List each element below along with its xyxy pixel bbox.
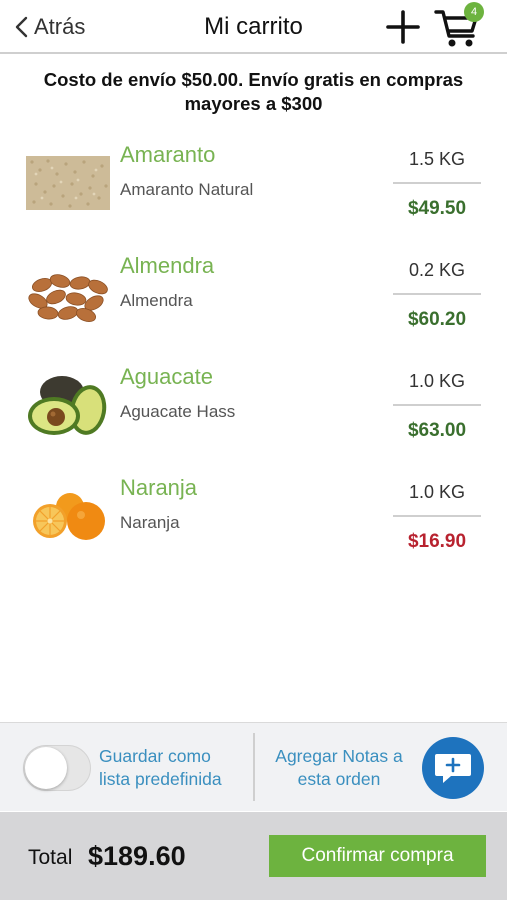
add-icon[interactable] — [384, 8, 422, 46]
add-notes-label-line1: Agregar Notas a — [275, 746, 403, 766]
amaranth-image — [26, 156, 110, 210]
item-price: $63.00 — [407, 420, 467, 441]
cart-item-naranja[interactable]: Naranja Naranja 1.0 KG $16.90 — [0, 469, 507, 580]
cart-item-list: Amaranto Amaranto Natural 1.5 KG $49.50 … — [0, 136, 507, 580]
confirm-purchase-button[interactable]: Confirmar compra — [269, 835, 486, 877]
toggle-knob — [25, 747, 67, 789]
page-title: Mi carrito — [204, 13, 303, 40]
item-price: $16.90 — [407, 531, 467, 552]
add-notes-label-line2: esta orden — [297, 769, 381, 789]
orange-image — [33, 493, 105, 540]
shipping-notice-line1: Costo de envío $50.00. Envío gratis en c… — [43, 69, 464, 90]
item-description: Amaranto Natural — [120, 180, 254, 199]
item-divider — [393, 515, 481, 517]
item-quantity[interactable]: 0.2 KG — [393, 260, 481, 281]
options-divider — [253, 733, 255, 801]
add-note-icon[interactable] — [421, 736, 485, 800]
save-list-label-line2: lista predefinida — [99, 769, 222, 789]
save-list-toggle[interactable] — [23, 745, 91, 791]
shipping-notice: Costo de envío $50.00. Envío gratis en c… — [10, 68, 497, 116]
cart-count-badge: 4 — [464, 2, 484, 22]
item-quantity[interactable]: 1.0 KG — [393, 482, 481, 503]
item-description: Almendra — [120, 291, 193, 310]
item-name: Almendra — [120, 253, 215, 278]
order-options-bar: Guardar como lista predefinida Agregar N… — [0, 722, 507, 811]
total-value: $189.60 — [88, 841, 186, 871]
item-divider — [393, 404, 481, 406]
nav-header: Atrás Mi carrito 4 — [0, 0, 507, 54]
item-divider — [393, 182, 481, 184]
add-notes-label[interactable]: Agregar Notas a esta orden — [262, 745, 416, 791]
save-list-label-line1: Guardar como — [99, 746, 211, 766]
item-price: $49.50 — [407, 198, 467, 219]
shipping-notice-line2: mayores a $300 — [184, 93, 323, 114]
total-label: Total — [28, 846, 73, 869]
almonds-image — [28, 274, 108, 322]
item-divider — [393, 293, 481, 295]
item-name: Naranja — [120, 475, 198, 500]
save-list-label[interactable]: Guardar como lista predefinida — [99, 745, 222, 791]
item-name: Aguacate — [120, 364, 213, 389]
item-description: Aguacate Hass — [120, 402, 236, 421]
item-quantity[interactable]: 1.5 KG — [393, 149, 481, 170]
avocado-image — [28, 376, 107, 435]
checkout-footer: Total $189.60 Confirmar compra — [0, 812, 507, 900]
cart-item-amaranto[interactable]: Amaranto Amaranto Natural 1.5 KG $49.50 — [0, 136, 507, 247]
cart-item-almendra[interactable]: Almendra Almendra 0.2 KG $60.20 — [0, 247, 507, 358]
item-name: Amaranto — [120, 142, 216, 167]
cart-item-aguacate[interactable]: Aguacate Aguacate Hass 1.0 KG $63.00 — [0, 358, 507, 469]
item-description: Naranja — [120, 513, 180, 532]
item-quantity[interactable]: 1.0 KG — [393, 371, 481, 392]
item-price: $60.20 — [407, 309, 467, 330]
